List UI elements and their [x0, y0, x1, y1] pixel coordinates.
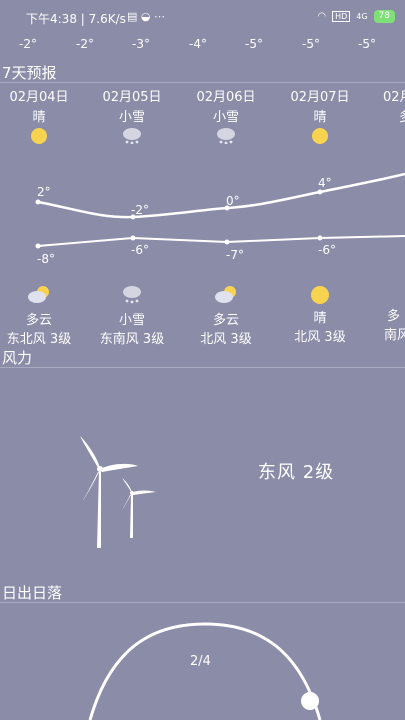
battery-icon: 78: [373, 10, 395, 23]
partly-cloudy-icon: [28, 286, 49, 303]
hourly-temp: -3°: [132, 37, 150, 51]
forecast-wind: 北风 3级: [294, 330, 346, 345]
forecast-weather: 小雪: [212, 110, 239, 125]
hourly-temp: -2°: [76, 37, 94, 51]
forecast-day[interactable]: 02月05日 小雪: [89, 86, 175, 148]
partly-cloudy-icon: [215, 286, 236, 303]
low-temp-label: -7°: [226, 248, 244, 262]
status-time-speed: 下午4:38 | 7.6K/s: [26, 12, 126, 26]
wind-description: 东风 2级: [258, 462, 335, 483]
forecast-title: 7天预报: [2, 64, 57, 82]
hourly-temp: -5°: [245, 37, 263, 51]
forecast-day-bottom[interactable]: 多云 东北风 3级: [0, 284, 82, 347]
forecast-day[interactable]: 02月07日 晴: [277, 86, 363, 148]
hourly-temp: -2°: [19, 37, 37, 51]
forecast-day[interactable]: 02月 多: [383, 86, 405, 125]
sun-position-dot: [301, 692, 319, 710]
forecast-day-bottom[interactable]: 多 南风: [384, 284, 405, 343]
forecast-day[interactable]: 02月04日 晴: [0, 86, 82, 148]
low-temp-point: [130, 235, 136, 241]
hourly-temp: -5°: [358, 37, 376, 51]
forecast-wind: 东南风 3级: [99, 332, 165, 347]
sun-icon: [312, 128, 328, 144]
wind-title: 风力: [2, 349, 33, 367]
low-temp-label: -6°: [131, 243, 149, 257]
sun-icon: [311, 286, 329, 304]
high-temp-label: 4°: [318, 176, 332, 190]
hd-icon: HD: [332, 11, 351, 22]
forecast-weather: 多云: [212, 313, 239, 328]
sun-path: [88, 622, 322, 720]
temperature-chart: [35, 172, 405, 249]
snow-icon: [217, 128, 235, 145]
high-temp-point: [35, 199, 41, 205]
sun-title: 日出日落: [2, 584, 63, 602]
high-temp-label: -2°: [131, 203, 149, 217]
forecast-date: 02月07日: [290, 90, 350, 105]
status-icons: ◠ HD 4G 78: [317, 10, 395, 23]
forecast-day-bottom[interactable]: 小雪 东南风 3级: [89, 284, 175, 347]
forecast-day-bottom[interactable]: 多云 北风 3级: [183, 284, 269, 347]
forecast-weather: 小雪: [118, 110, 145, 125]
forecast-weather: 多云: [25, 313, 52, 328]
forecast-date: 02月04日: [9, 90, 69, 105]
forecast-day-bottom[interactable]: 晴 北风 3级: [277, 284, 363, 345]
forecast-wind: 东北风 3级: [6, 332, 72, 347]
divider: [0, 82, 405, 83]
high-temp-label: 2°: [37, 185, 51, 199]
forecast-weather: 晴: [313, 110, 327, 125]
signal-icon: 4G: [356, 12, 368, 21]
low-temp-point: [224, 239, 230, 245]
forecast-weather: 小雪: [118, 313, 145, 328]
forecast-weather: 多: [399, 106, 405, 125]
high-temp-line: [37, 172, 405, 219]
forecast-wind: 南风: [384, 328, 405, 343]
forecast-weather: 晴: [313, 311, 327, 326]
low-temp-label: -8°: [37, 252, 55, 266]
forecast-date: 02月06日: [196, 90, 256, 105]
sun-icon: [31, 128, 47, 144]
hourly-temp: -5°: [302, 37, 320, 51]
snow-icon: [123, 128, 141, 145]
hourly-temp: -4°: [189, 37, 207, 51]
divider: [0, 602, 405, 603]
status-bar: 下午4:38 | 7.6K/s ▤ ◒ ⋯ ◠ HD 4G 78: [0, 0, 405, 34]
high-temp-point: [317, 189, 323, 195]
snow-icon: [123, 286, 141, 304]
forecast-wind: 北风 3级: [200, 332, 252, 347]
low-temp-point: [35, 243, 41, 249]
forecast-weather: 多: [387, 309, 401, 324]
page-indicator: 2/4: [190, 654, 211, 669]
low-temp-line: [37, 235, 405, 247]
divider: [0, 367, 405, 368]
message-icon: ▤ ◒ ⋯: [127, 10, 165, 23]
windmill-icon: [80, 436, 156, 548]
forecast-date: 02月: [383, 90, 405, 105]
forecast-day[interactable]: 02月06日 小雪: [183, 86, 269, 148]
wifi-icon: ◠: [317, 11, 327, 22]
low-temp-point: [317, 235, 323, 241]
high-temp-label: 0°: [226, 194, 240, 208]
forecast-weather: 晴: [32, 110, 46, 125]
low-temp-label: -6°: [318, 243, 336, 257]
forecast-date: 02月05日: [102, 90, 162, 105]
